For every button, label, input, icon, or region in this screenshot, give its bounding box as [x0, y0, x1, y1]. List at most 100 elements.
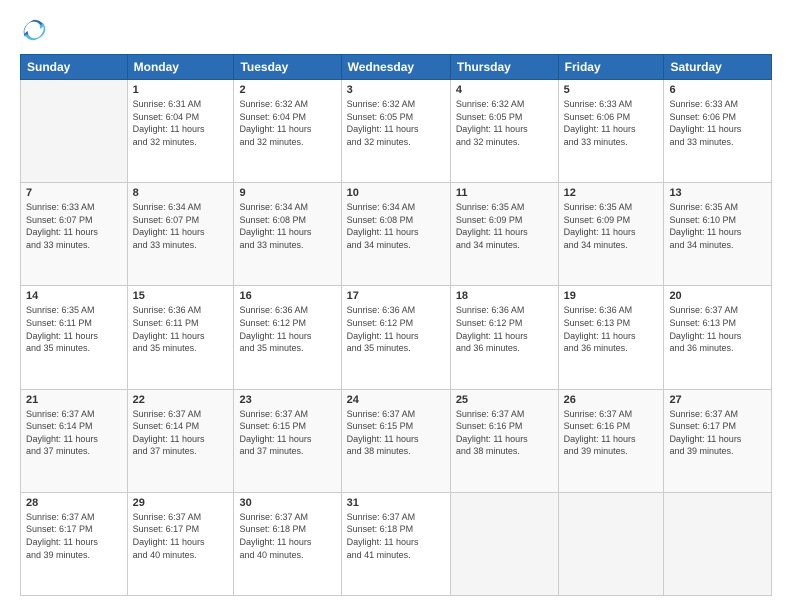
day-number: 7	[26, 187, 122, 199]
day-info: Sunrise: 6:37 AMSunset: 6:17 PMDaylight:…	[669, 408, 766, 458]
day-number: 18	[456, 290, 553, 302]
day-info: Sunrise: 6:35 AMSunset: 6:09 PMDaylight:…	[564, 201, 659, 251]
day-number: 28	[26, 497, 122, 509]
calendar-cell: 16Sunrise: 6:36 AMSunset: 6:12 PMDayligh…	[234, 286, 341, 389]
day-number: 29	[133, 497, 229, 509]
calendar-cell: 21 Sunrise: 6:37 AMSunset: 6:14 PMDayligh…	[21, 389, 128, 492]
calendar-cell: 25Sunrise: 6:37 AMSunset: 6:16 PMDayligh…	[450, 389, 558, 492]
day-number: 2	[239, 84, 335, 96]
calendar-cell: 12 Sunrise: 6:35 AMSunset: 6:09 PMDayligh…	[558, 183, 664, 286]
calendar-cell: 24 Sunrise: 6:37 AMSunset: 6:15 PMDayligh…	[341, 389, 450, 492]
day-number: 22	[133, 394, 229, 406]
calendar-cell: 10 Sunrise: 6:34 AMSunset: 6:08 PMDayligh…	[341, 183, 450, 286]
calendar-cell: 4 Sunrise: 6:32 AMSunset: 6:05 PMDaylight…	[450, 80, 558, 183]
weekday-header-sunday: Sunday	[21, 55, 128, 80]
day-info: Sunrise: 6:37 AMSunset: 6:13 PMDaylight:…	[669, 304, 766, 354]
header	[20, 16, 772, 44]
calendar-cell: 31 Sunrise: 6:37 AMSunset: 6:18 PMDayligh…	[341, 492, 450, 595]
calendar-cell: 19Sunrise: 6:36 AMSunset: 6:13 PMDayligh…	[558, 286, 664, 389]
day-number: 5	[564, 84, 659, 96]
day-info: Sunrise: 6:34 AMSunset: 6:08 PMDaylight:…	[347, 201, 445, 251]
day-info: Sunrise: 6:37 AMSunset: 6:15 PMDaylight:…	[347, 408, 445, 458]
weekday-header-thursday: Thursday	[450, 55, 558, 80]
day-info: Sunrise: 6:37 AMSunset: 6:18 PMDaylight:…	[239, 511, 335, 561]
calendar-cell	[558, 492, 664, 595]
calendar-cell: 2 Sunrise: 6:32 AMSunset: 6:04 PMDaylight…	[234, 80, 341, 183]
day-info: Sunrise: 6:36 AMSunset: 6:11 PMDaylight:…	[133, 304, 229, 354]
day-info: Sunrise: 6:37 AMSunset: 6:17 PMDaylight:…	[26, 511, 122, 561]
calendar-table: SundayMondayTuesdayWednesdayThursdayFrid…	[20, 54, 772, 596]
day-number: 14	[26, 290, 122, 302]
day-info: Sunrise: 6:37 AMSunset: 6:14 PMDaylight:…	[26, 408, 122, 458]
calendar-cell: 23 Sunrise: 6:37 AMSunset: 6:15 PMDayligh…	[234, 389, 341, 492]
day-number: 15	[133, 290, 229, 302]
calendar-cell	[21, 80, 128, 183]
day-info: Sunrise: 6:35 AMSunset: 6:11 PMDaylight:…	[26, 304, 122, 354]
logo	[20, 16, 52, 44]
day-number: 4	[456, 84, 553, 96]
day-info: Sunrise: 6:35 AMSunset: 6:10 PMDaylight:…	[669, 201, 766, 251]
day-number: 30	[239, 497, 335, 509]
day-info: Sunrise: 6:37 AMSunset: 6:17 PMDaylight:…	[133, 511, 229, 561]
calendar-cell: 27 Sunrise: 6:37 AMSunset: 6:17 PMDayligh…	[664, 389, 772, 492]
day-info: Sunrise: 6:36 AMSunset: 6:13 PMDaylight:…	[564, 304, 659, 354]
calendar-cell: 11Sunrise: 6:35 AMSunset: 6:09 PMDayligh…	[450, 183, 558, 286]
calendar-cell	[450, 492, 558, 595]
week-row-2: 7 Sunrise: 6:33 AMSunset: 6:07 PMDaylight…	[21, 183, 772, 286]
calendar-cell: 28 Sunrise: 6:37 AMSunset: 6:17 PMDayligh…	[21, 492, 128, 595]
weekday-header-monday: Monday	[127, 55, 234, 80]
week-row-1: 1 Sunrise: 6:31 AMSunset: 6:04 PMDaylight…	[21, 80, 772, 183]
calendar-cell: 9 Sunrise: 6:34 AMSunset: 6:08 PMDaylight…	[234, 183, 341, 286]
calendar-cell: 26 Sunrise: 6:37 AMSunset: 6:16 PMDayligh…	[558, 389, 664, 492]
day-info: Sunrise: 6:33 AMSunset: 6:06 PMDaylight:…	[669, 98, 766, 148]
day-number: 10	[347, 187, 445, 199]
calendar-cell: 17 Sunrise: 6:36 AMSunset: 6:12 PMDayligh…	[341, 286, 450, 389]
day-info: Sunrise: 6:32 AMSunset: 6:05 PMDaylight:…	[347, 98, 445, 148]
calendar-cell: 8 Sunrise: 6:34 AMSunset: 6:07 PMDaylight…	[127, 183, 234, 286]
day-number: 17	[347, 290, 445, 302]
calendar-cell: 20Sunrise: 6:37 AMSunset: 6:13 PMDayligh…	[664, 286, 772, 389]
day-info: Sunrise: 6:33 AMSunset: 6:06 PMDaylight:…	[564, 98, 659, 148]
day-number: 12	[564, 187, 659, 199]
weekday-header-friday: Friday	[558, 55, 664, 80]
day-info: Sunrise: 6:34 AMSunset: 6:08 PMDaylight:…	[239, 201, 335, 251]
day-info: Sunrise: 6:32 AMSunset: 6:04 PMDaylight:…	[239, 98, 335, 148]
weekday-header-row: SundayMondayTuesdayWednesdayThursdayFrid…	[21, 55, 772, 80]
day-number: 1	[133, 84, 229, 96]
day-info: Sunrise: 6:36 AMSunset: 6:12 PMDaylight:…	[456, 304, 553, 354]
day-number: 23	[239, 394, 335, 406]
day-info: Sunrise: 6:37 AMSunset: 6:16 PMDaylight:…	[456, 408, 553, 458]
calendar-cell: 18 Sunrise: 6:36 AMSunset: 6:12 PMDayligh…	[450, 286, 558, 389]
calendar-cell: 29 Sunrise: 6:37 AMSunset: 6:17 PMDayligh…	[127, 492, 234, 595]
day-number: 21	[26, 394, 122, 406]
day-info: Sunrise: 6:31 AMSunset: 6:04 PMDaylight:…	[133, 98, 229, 148]
calendar-cell: 30 Sunrise: 6:37 AMSunset: 6:18 PMDayligh…	[234, 492, 341, 595]
day-number: 31	[347, 497, 445, 509]
day-info: Sunrise: 6:37 AMSunset: 6:15 PMDaylight:…	[239, 408, 335, 458]
weekday-header-tuesday: Tuesday	[234, 55, 341, 80]
day-number: 24	[347, 394, 445, 406]
day-info: Sunrise: 6:32 AMSunset: 6:05 PMDaylight:…	[456, 98, 553, 148]
calendar-cell: 7 Sunrise: 6:33 AMSunset: 6:07 PMDaylight…	[21, 183, 128, 286]
calendar-cell: 3Sunrise: 6:32 AMSunset: 6:05 PMDaylight…	[341, 80, 450, 183]
day-info: Sunrise: 6:37 AMSunset: 6:18 PMDaylight:…	[347, 511, 445, 561]
day-number: 26	[564, 394, 659, 406]
day-number: 9	[239, 187, 335, 199]
day-info: Sunrise: 6:33 AMSunset: 6:07 PMDaylight:…	[26, 201, 122, 251]
weekday-header-saturday: Saturday	[664, 55, 772, 80]
calendar-cell	[664, 492, 772, 595]
day-info: Sunrise: 6:34 AMSunset: 6:07 PMDaylight:…	[133, 201, 229, 251]
logo-icon	[20, 16, 48, 44]
day-info: Sunrise: 6:36 AMSunset: 6:12 PMDaylight:…	[347, 304, 445, 354]
calendar-cell: 15 Sunrise: 6:36 AMSunset: 6:11 PMDayligh…	[127, 286, 234, 389]
day-number: 16	[239, 290, 335, 302]
week-row-3: 14 Sunrise: 6:35 AMSunset: 6:11 PMDayligh…	[21, 286, 772, 389]
day-number: 13	[669, 187, 766, 199]
calendar-cell: 22Sunrise: 6:37 AMSunset: 6:14 PMDayligh…	[127, 389, 234, 492]
day-number: 8	[133, 187, 229, 199]
calendar-cell: 13 Sunrise: 6:35 AMSunset: 6:10 PMDayligh…	[664, 183, 772, 286]
week-row-4: 21 Sunrise: 6:37 AMSunset: 6:14 PMDayligh…	[21, 389, 772, 492]
day-info: Sunrise: 6:37 AMSunset: 6:16 PMDaylight:…	[564, 408, 659, 458]
day-number: 27	[669, 394, 766, 406]
day-number: 11	[456, 187, 553, 199]
